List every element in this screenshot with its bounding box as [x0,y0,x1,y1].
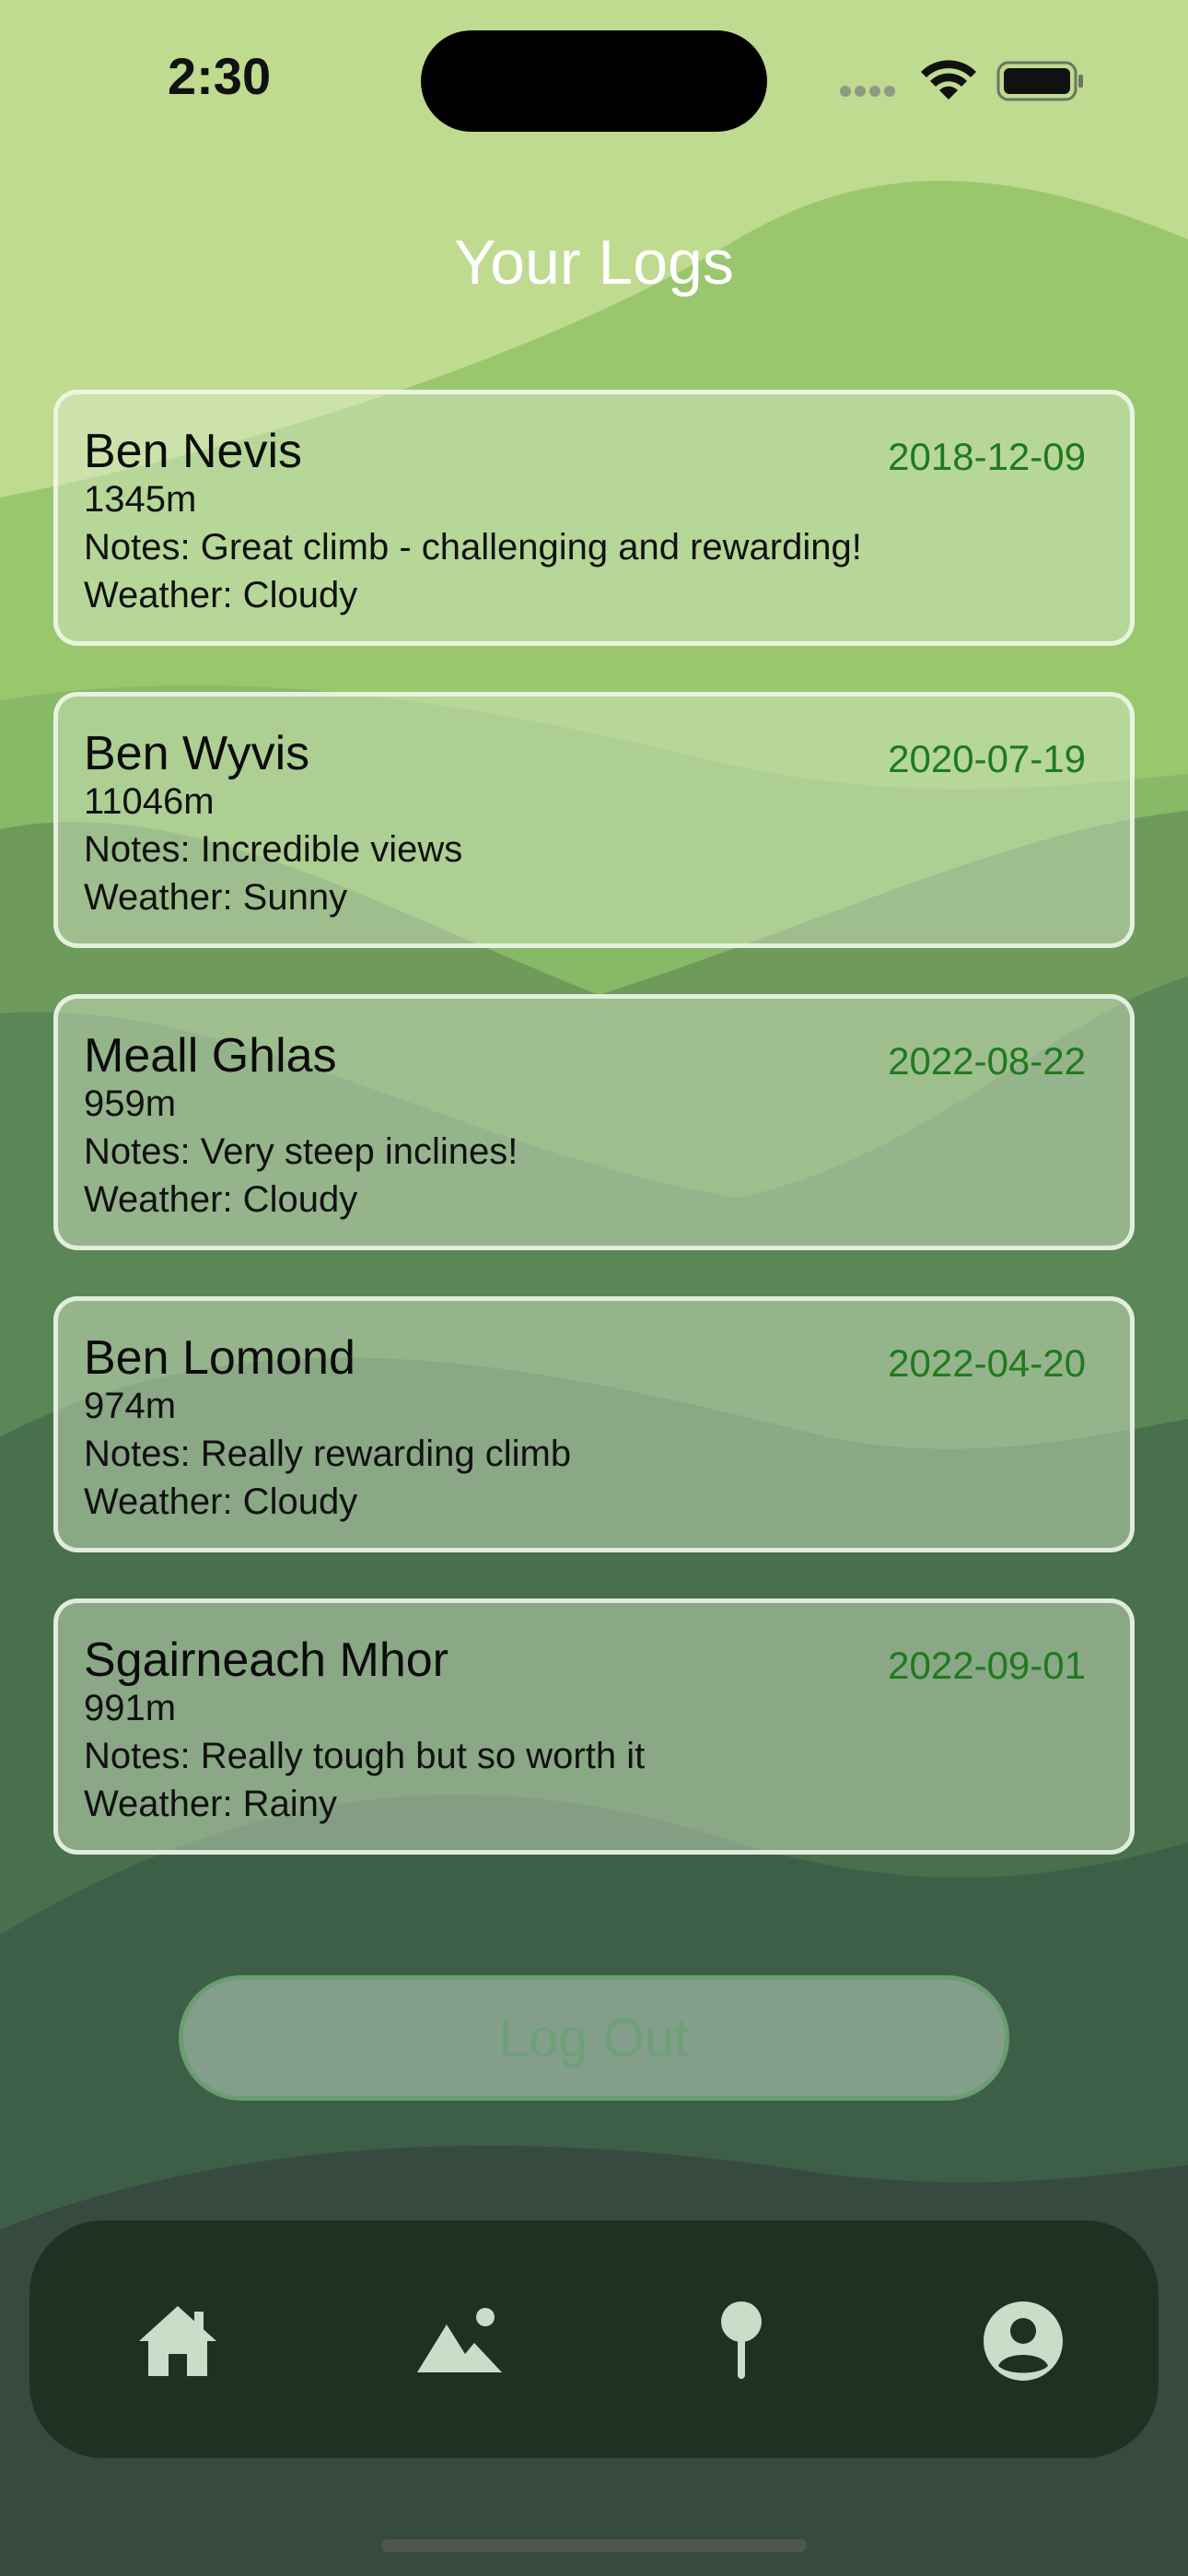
home-icon [139,2306,216,2376]
log-date: 2018-12-09 [888,435,1086,478]
log-height: 1345m [84,479,197,520]
log-weather: Weather: Sunny [84,877,348,918]
status-time: 2:30 [168,47,272,105]
log-notes: Notes: Very steep inclines! [84,1131,518,1172]
log-card[interactable]: Sgairneach Mhor 2022-09-01 991m Notes: R… [53,1598,1135,1855]
log-card[interactable]: Meall Ghlas 2022-08-22 959m Notes: Very … [53,994,1135,1250]
log-date: 2022-09-01 [888,1644,1086,1687]
wifi-icon [921,60,976,100]
log-weather: Weather: Cloudy [84,575,358,615]
log-mountain-name: Ben Lomond [84,1331,355,1385]
tab-mountains[interactable] [409,2290,510,2392]
log-notes: Notes: Really rewarding climb [84,1434,572,1474]
log-card[interactable]: Ben Wyvis 2020-07-19 11046m Notes: Incre… [53,692,1135,948]
log-weather: Weather: Cloudy [84,1481,358,1522]
mountain-icon [417,2308,502,2372]
page-title: Your Logs [454,228,734,298]
dynamic-island [421,30,767,132]
log-date: 2020-07-19 [888,737,1086,780]
log-notes: Notes: Incredible views [84,829,463,870]
tab-map-pin[interactable] [691,2290,792,2392]
log-notes: Notes: Really tough but so worth it [84,1736,646,1776]
pin-icon [721,2301,762,2379]
background-hills [0,0,1188,2576]
log-mountain-name: Sgairneach Mhor [84,1633,448,1687]
log-weather: Weather: Rainy [84,1784,337,1824]
tab-profile[interactable] [973,2290,1074,2392]
log-date: 2022-04-20 [888,1341,1086,1385]
log-mountain-name: Ben Nevis [84,425,302,478]
battery-icon [996,61,1083,101]
log-height: 974m [84,1386,177,1426]
tab-bar [29,2220,1159,2458]
log-card[interactable]: Ben Lomond 2022-04-20 974m Notes: Really… [53,1296,1135,1552]
log-height: 991m [84,1688,177,1728]
log-card[interactable]: Ben Nevis 2018-12-09 1345m Notes: Great … [53,390,1135,646]
home-indicator[interactable] [381,2539,807,2552]
log-date: 2022-08-22 [888,1039,1086,1083]
log-weather: Weather: Cloudy [84,1179,358,1220]
cellular-signal-icon [840,85,904,98]
profile-icon [984,2301,1063,2381]
log-mountain-name: Meall Ghlas [84,1029,337,1083]
log-height: 959m [84,1083,177,1124]
log-height: 11046m [84,781,215,822]
tab-home[interactable] [127,2290,228,2392]
logout-button[interactable]: Log Out [179,1975,1009,2101]
log-notes: Notes: Great climb - challenging and rew… [84,527,862,568]
log-mountain-name: Ben Wyvis [84,727,310,780]
